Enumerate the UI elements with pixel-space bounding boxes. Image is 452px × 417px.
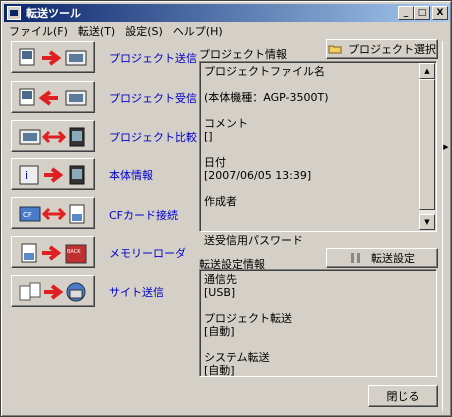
send-project-label[interactable]: プロジェクト送信 xyxy=(109,50,197,66)
transfer-settings-line: システム転送 xyxy=(204,351,270,364)
expand-arrow-icon[interactable]: ▶ xyxy=(442,143,450,151)
project-info-line: 日付 xyxy=(204,156,226,169)
site-send-label[interactable]: サイト送信 xyxy=(109,284,164,300)
project-info-line xyxy=(204,78,329,91)
project-info-line xyxy=(204,221,329,234)
scroll-thumb[interactable] xyxy=(419,79,435,210)
project-info-line xyxy=(204,182,329,195)
svg-text:BACK: BACK xyxy=(67,249,81,255)
minimize-button[interactable]: _ xyxy=(398,6,414,20)
receive-project-button[interactable] xyxy=(11,81,95,113)
transfer-settings-line xyxy=(204,299,292,312)
project-info-line xyxy=(204,208,329,221)
compare-project-button[interactable] xyxy=(11,120,95,152)
app-icon xyxy=(7,6,21,20)
project-info-line xyxy=(204,143,329,156)
svg-text:i: i xyxy=(25,169,28,182)
transfer-settings-panel: 通信先 [USB] プロジェクト転送 [自動] システム転送 [自動] xyxy=(199,269,437,377)
transfer-settings-line: 通信先 xyxy=(204,273,237,286)
scroll-up-icon[interactable]: ▲ xyxy=(419,63,435,79)
project-info-line: [] xyxy=(204,130,213,143)
project-info-panel: プロジェクトファイル名 (本体機種：AGP-3500T) コメント[] 日付 [2007… xyxy=(199,61,437,247)
receive-project-label[interactable]: プロジェクト受信 xyxy=(109,90,197,106)
title-bar[interactable]: 転送ツール _ □ X xyxy=(4,4,450,22)
pc-to-device-icon xyxy=(19,48,87,66)
main-window: 転送ツール _ □ X ファイル(F) 転送(T) 設定(S) ヘルプ(H) プ… xyxy=(0,0,452,417)
project-info-line: プロジェクトファイル名 xyxy=(204,65,325,78)
project-info-line: 作成者 xyxy=(204,195,237,208)
menu-file[interactable]: ファイル(F) xyxy=(4,23,73,39)
transfer-settings-button-label: 転送設定 xyxy=(371,252,415,265)
close-window-button[interactable]: X xyxy=(432,6,448,20)
site-send-icon xyxy=(19,282,86,302)
device-info-icon: i xyxy=(19,165,85,185)
transfer-settings-text: 通信先 [USB] プロジェクト転送 [自動] システム転送 [自動] xyxy=(204,273,292,377)
side-splitter[interactable] xyxy=(442,41,450,411)
plug-icon xyxy=(351,253,360,263)
window-title: 転送ツール xyxy=(26,7,81,20)
memory-loader-icon: BACK xyxy=(21,243,87,264)
scroll-down-icon[interactable]: ▼ xyxy=(419,214,435,230)
menu-bar: ファイル(F) 転送(T) 設定(S) ヘルプ(H) xyxy=(4,22,228,40)
device-to-pc-icon xyxy=(19,88,87,106)
project-info-line xyxy=(204,104,329,117)
project-info-line: (本体機種：AGP-3500T) xyxy=(204,91,329,104)
site-send-button[interactable] xyxy=(11,275,95,307)
project-info-line: 送受信用パスワード xyxy=(204,234,303,247)
folder-icon xyxy=(328,45,342,54)
memory-loader-button[interactable]: BACK xyxy=(11,236,95,268)
project-info-text: プロジェクトファイル名 (本体機種：AGP-3500T) コメント[] 日付 [2007… xyxy=(204,65,329,247)
cf-card-label[interactable]: CFカード接続 xyxy=(109,207,178,223)
transfer-settings-line: [自動] xyxy=(204,325,235,338)
transfer-settings-line: プロジェクト転送 xyxy=(204,312,292,325)
transfer-settings-line: [自動] xyxy=(204,364,235,377)
compare-icon xyxy=(19,127,85,147)
send-project-button[interactable] xyxy=(11,41,95,73)
select-project-label: プロジェクト選択 xyxy=(348,43,436,56)
project-info-line: コメント xyxy=(204,117,248,130)
transfer-settings-line xyxy=(204,338,292,351)
close-button[interactable]: 閉じる xyxy=(368,385,438,407)
transfer-settings-button[interactable]: 転送設定 xyxy=(326,248,438,268)
compare-project-label[interactable]: プロジェクト比較 xyxy=(109,129,197,145)
maximize-button[interactable]: □ xyxy=(414,6,430,20)
select-project-button[interactable]: プロジェクト選択 xyxy=(326,39,438,59)
project-info-line: [2007/06/05 13:39] xyxy=(204,169,312,182)
menu-settings[interactable]: 設定(S) xyxy=(120,23,168,39)
svg-text:CF: CF xyxy=(23,211,32,219)
menu-transfer[interactable]: 転送(T) xyxy=(73,23,120,39)
transfer-settings-line: [USB] xyxy=(204,286,236,299)
cf-card-icon: CF xyxy=(19,204,85,224)
device-info-button[interactable]: i xyxy=(11,158,95,190)
menu-help[interactable]: ヘルプ(H) xyxy=(168,23,228,39)
project-info-label: プロジェクト情報 xyxy=(199,48,287,61)
device-info-label[interactable]: 本体情報 xyxy=(109,167,153,183)
project-info-scrollbar[interactable]: ▲ ▼ xyxy=(419,63,435,230)
cf-card-button[interactable]: CF xyxy=(11,197,95,229)
memory-loader-label[interactable]: メモリーローダ xyxy=(109,245,186,261)
